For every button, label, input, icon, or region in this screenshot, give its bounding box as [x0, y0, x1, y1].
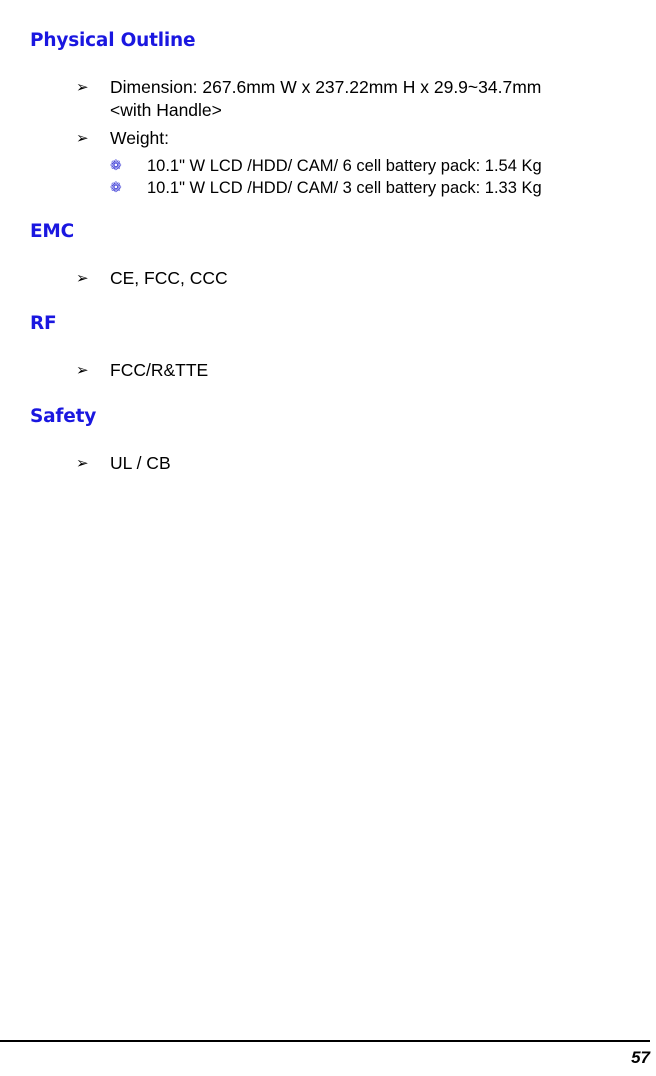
- section-heading-safety: Safety: [30, 406, 97, 427]
- document-page: Physical Outline ➢ Dimension: 267.6mm W …: [0, 0, 656, 1076]
- sub-list-item: ❁ 10.1" W LCD /HDD/ CAM/ 3 cell battery …: [0, 177, 656, 199]
- list-item: ➢ CE, FCC, CCC: [0, 267, 656, 290]
- list-item-text: FCC/R&TTE: [110, 360, 209, 380]
- snowflake-bullet-icon: ❁: [110, 180, 122, 196]
- sub-list-item-text: 10.1" W LCD /HDD/ CAM/ 6 cell battery pa…: [147, 157, 542, 175]
- sub-list-item: ❁ 10.1" W LCD /HDD/ CAM/ 6 cell battery …: [0, 155, 656, 177]
- list-item: ➢ Weight:: [0, 127, 656, 150]
- arrow-bullet-icon: ➢: [76, 129, 89, 147]
- section-heading-physical-outline: Physical Outline: [30, 30, 196, 51]
- footer-divider: [0, 1040, 650, 1042]
- list-item-text: CE, FCC, CCC: [110, 268, 228, 288]
- list-item-text: UL / CB: [110, 453, 171, 473]
- arrow-bullet-icon: ➢: [76, 361, 89, 379]
- page-number: 57: [631, 1048, 650, 1067]
- snowflake-bullet-icon: ❁: [110, 158, 122, 174]
- section-heading-rf: RF: [30, 313, 57, 334]
- list-item-text: Dimension: 267.6mm W x 237.22mm H x 29.9…: [110, 77, 542, 120]
- list-item-text: Weight:: [110, 128, 170, 148]
- arrow-bullet-icon: ➢: [76, 269, 89, 287]
- list-item: ➢ UL / CB: [0, 452, 656, 475]
- section-heading-emc: EMC: [30, 221, 75, 242]
- arrow-bullet-icon: ➢: [76, 454, 89, 472]
- sub-list-item-text: 10.1" W LCD /HDD/ CAM/ 3 cell battery pa…: [147, 179, 542, 197]
- list-item: ➢ FCC/R&TTE: [0, 359, 656, 382]
- list-item: ➢ Dimension: 267.6mm W x 237.22mm H x 29…: [0, 76, 656, 122]
- arrow-bullet-icon: ➢: [76, 78, 89, 96]
